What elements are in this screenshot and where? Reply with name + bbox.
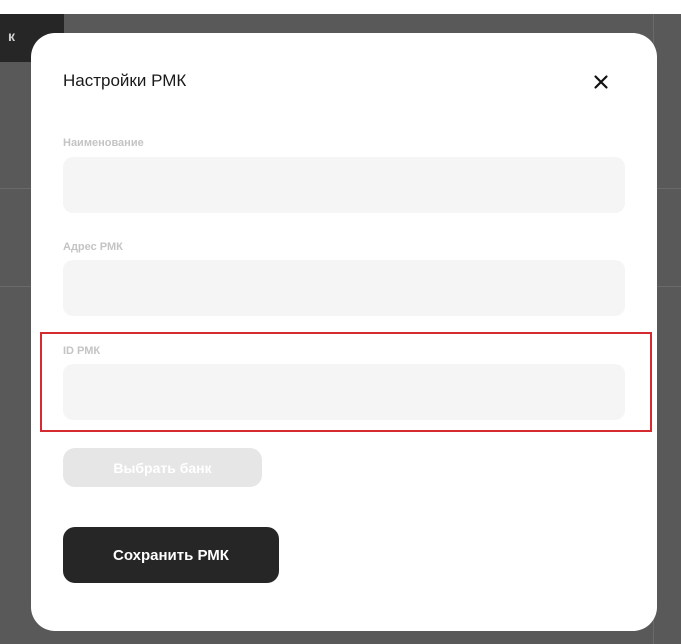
name-input[interactable] <box>63 157 625 213</box>
address-field-label: Адрес РМК <box>63 241 123 253</box>
save-button[interactable]: Сохранить РМК <box>63 527 279 583</box>
select-bank-button[interactable]: Выбрать банк <box>63 448 262 487</box>
id-input[interactable] <box>63 364 625 420</box>
modal-title: Настройки РМК <box>63 71 187 90</box>
close-button[interactable] <box>589 70 613 94</box>
close-icon <box>594 75 608 89</box>
address-input[interactable] <box>63 260 625 316</box>
name-field-label: Наименование <box>63 137 144 149</box>
settings-modal: Настройки РМК Наименование Адрес РМК ID … <box>31 33 657 631</box>
id-field-label: ID РМК <box>63 345 101 357</box>
